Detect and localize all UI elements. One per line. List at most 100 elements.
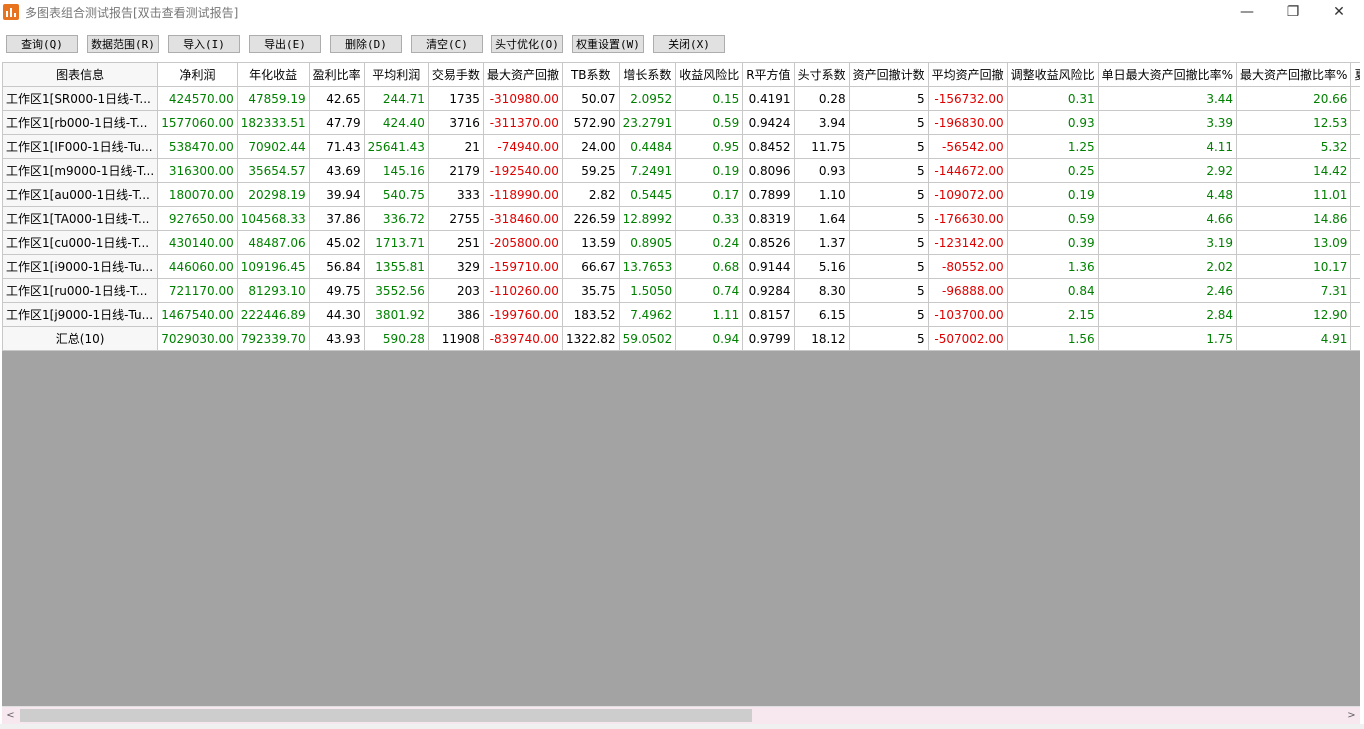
table-cell[interactable]: 0.8157 (742, 302, 795, 327)
table-cell[interactable]: 18.12 (793, 326, 850, 351)
table-cell[interactable]: 1.37 (793, 230, 850, 255)
table-cell[interactable]: 20.66 (1236, 86, 1352, 111)
table-cell[interactable]: 1.2 (1350, 254, 1360, 279)
table-cell[interactable]: 590.28 (363, 326, 429, 351)
table-row[interactable]: 工作区1[m9000-1日线-T... 316300.00 35654.57 43.6… (2, 158, 1360, 183)
table-cell[interactable]: 4.66 (1097, 206, 1238, 231)
table-cell[interactable]: 2.92 (1097, 158, 1238, 183)
table-cell[interactable]: 145.16 (363, 158, 429, 183)
table-cell[interactable]: 11.75 (793, 134, 850, 159)
table-cell[interactable]: 59.0502 (618, 326, 677, 351)
table-cell[interactable]: 0.5 (1350, 206, 1360, 231)
table-cell[interactable]: 13.59 (561, 230, 620, 255)
table-cell[interactable]: 0.17 (675, 182, 744, 207)
table-cell[interactable]: 10.17 (1236, 254, 1352, 279)
table-cell[interactable]: 0.33 (675, 206, 744, 231)
column-header[interactable]: 收益风险比 (675, 62, 744, 87)
table-cell[interactable]: 0.9144 (742, 254, 795, 279)
table-cell[interactable]: 0.5445 (618, 182, 677, 207)
table-cell[interactable]: 1467540.00 (157, 302, 238, 327)
table-cell[interactable]: -196830.00 (927, 110, 1008, 135)
table-row[interactable]: 工作区1[i9000-1日线-Tu... 446060.00 109196.45 56… (2, 254, 1360, 279)
table-cell[interactable]: 104568.33 (236, 206, 310, 231)
column-header[interactable]: TB系数 (561, 62, 620, 87)
table-cell[interactable]: 3.94 (793, 110, 850, 135)
table-cell[interactable]: 56.84 (308, 254, 365, 279)
table-cell[interactable]: 7.4962 (618, 302, 677, 327)
table-cell[interactable]: 0.4191 (742, 86, 795, 111)
table-cell[interactable]: 572.90 (561, 110, 620, 135)
table-cell[interactable]: -318460.00 (482, 206, 563, 231)
table-cell[interactable]: 0.24 (675, 230, 744, 255)
table-cell[interactable]: 5 (848, 206, 929, 231)
table-cell[interactable]: 6.15 (793, 302, 850, 327)
table-cell[interactable]: 203 (427, 278, 484, 303)
maximize-button[interactable]: ❐ (1270, 0, 1316, 24)
table-cell[interactable]: 0.94 (675, 326, 744, 351)
table-cell[interactable]: 1.64 (793, 206, 850, 231)
table-cell[interactable]: 3.44 (1097, 86, 1238, 111)
table-cell[interactable]: 5 (848, 182, 929, 207)
row-label-cell[interactable]: 工作区1[j9000-1日线-Tu... (2, 302, 159, 327)
table-row[interactable]: 工作区1[IF000-1日线-Tu... 538470.00 70902.44 71.… (2, 134, 1360, 159)
table-cell[interactable]: 927650.00 (157, 206, 238, 231)
table-cell[interactable]: 5 (848, 86, 929, 111)
table-cell[interactable]: 0.19 (1006, 182, 1099, 207)
table-cell[interactable]: -123142.00 (927, 230, 1008, 255)
import-button[interactable]: 导入(I) (168, 35, 240, 53)
row-label-cell[interactable]: 工作区1[rb000-1日线-T... (2, 110, 159, 135)
table-cell[interactable]: 47.79 (308, 110, 365, 135)
table-cell[interactable]: 1322.82 (561, 326, 620, 351)
data-range-button[interactable]: 数据范围(R) (87, 35, 159, 53)
table-cell[interactable]: 0.8 (1350, 134, 1360, 159)
table-cell[interactable]: 538470.00 (157, 134, 238, 159)
table-cell[interactable]: 226.59 (561, 206, 620, 231)
row-label-cell[interactable]: 汇总(10) (2, 326, 159, 351)
table-cell[interactable]: 1.36 (1006, 254, 1099, 279)
table-cell[interactable]: 2.82 (561, 182, 620, 207)
table-cell[interactable]: 0.39 (1006, 230, 1099, 255)
table-cell[interactable]: 1.6 (1350, 302, 1360, 327)
export-button[interactable]: 导出(E) (249, 35, 321, 53)
table-cell[interactable]: 50.07 (561, 86, 620, 111)
table-row[interactable]: 工作区1[au000-1日线-T... 180070.00 20298.19 39.9… (2, 182, 1360, 207)
table-cell[interactable]: 1577060.00 (157, 110, 238, 135)
table-cell[interactable]: 1.25 (1006, 134, 1099, 159)
column-header[interactable]: 夏普 (1350, 62, 1360, 87)
table-cell[interactable]: 35654.57 (236, 158, 310, 183)
table-cell[interactable]: 3801.92 (363, 302, 429, 327)
table-cell[interactable]: 13.7653 (618, 254, 677, 279)
row-label-cell[interactable]: 工作区1[IF000-1日线-Tu... (2, 134, 159, 159)
table-cell[interactable]: -110260.00 (482, 278, 563, 303)
table-cell[interactable]: -199760.00 (482, 302, 563, 327)
total-row[interactable]: 汇总(10) 7029030.00 792339.70 43.93 590.28 1190… (2, 326, 1360, 351)
position-optimize-button[interactable]: 头寸优化(O) (491, 35, 563, 53)
table-cell[interactable]: 35.75 (561, 278, 620, 303)
column-header[interactable]: 图表信息 (2, 62, 159, 87)
table-cell[interactable]: 0.9284 (742, 278, 795, 303)
table-cell[interactable]: 43.69 (308, 158, 365, 183)
table-cell[interactable]: 0.8526 (742, 230, 795, 255)
table-cell[interactable]: 1735 (427, 86, 484, 111)
column-header[interactable]: 增长系数 (618, 62, 677, 87)
table-cell[interactable]: 222446.89 (236, 302, 310, 327)
table-cell[interactable]: 0.4 (1350, 86, 1360, 111)
table-cell[interactable]: 183.52 (561, 302, 620, 327)
table-cell[interactable]: 12.8992 (618, 206, 677, 231)
table-cell[interactable]: -56542.00 (927, 134, 1008, 159)
table-cell[interactable]: 43.93 (308, 326, 365, 351)
table-cell[interactable]: 329 (427, 254, 484, 279)
table-row[interactable]: 工作区1[cu000-1日线-T... 430140.00 48487.06 45.0… (2, 230, 1360, 255)
minimize-button[interactable]: — (1224, 0, 1270, 24)
table-cell[interactable]: -103700.00 (927, 302, 1008, 327)
table-cell[interactable]: 0.3 (1350, 158, 1360, 183)
table-cell[interactable]: 5 (848, 278, 929, 303)
table-cell[interactable]: 23.2791 (618, 110, 677, 135)
table-row[interactable]: 工作区1[ru000-1日线-T... 721170.00 81293.10 49.7… (2, 278, 1360, 303)
column-header[interactable]: 头寸系数 (793, 62, 850, 87)
table-cell[interactable]: 540.75 (363, 182, 429, 207)
table-cell[interactable]: 47859.19 (236, 86, 310, 111)
table-cell[interactable]: -311370.00 (482, 110, 563, 135)
table-cell[interactable]: 0.8 (1350, 110, 1360, 135)
table-cell[interactable]: 424.40 (363, 110, 429, 135)
